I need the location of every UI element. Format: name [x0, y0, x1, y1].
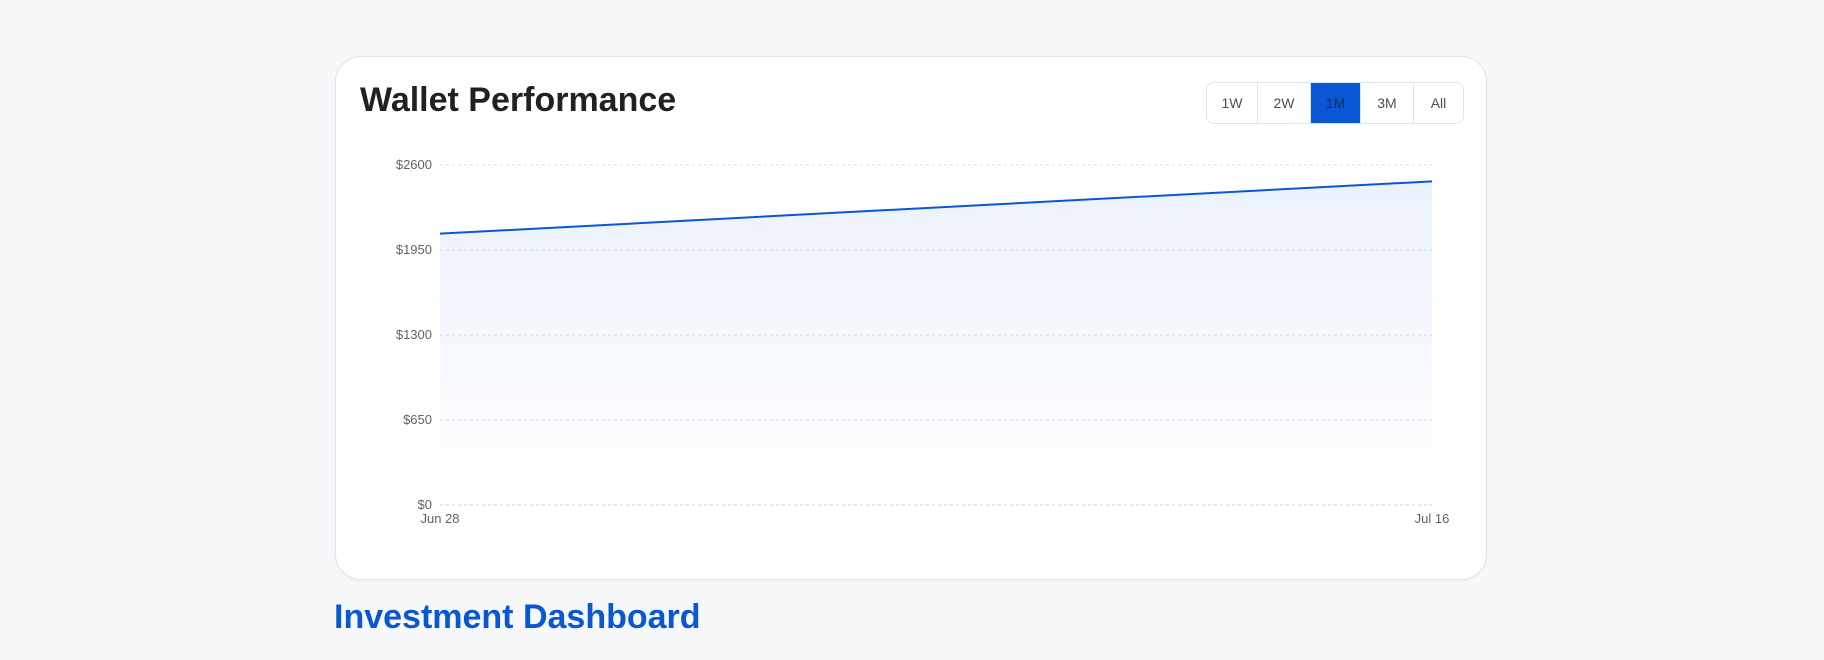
x-tick-label: Jul 16	[1415, 511, 1450, 526]
wallet-performance-card: Wallet Performance 1W 2W 1M 3M All $0 $65…	[335, 56, 1487, 580]
x-tick-label: Jun 28	[420, 511, 459, 526]
page-heading: Investment Dashboard	[334, 598, 701, 636]
y-tick-label: $1950	[396, 242, 432, 257]
y-tick-label: $0	[418, 497, 432, 512]
series-area-fill	[440, 181, 1432, 505]
chart-area: $0 $650 $1300 $1950 $2600 Jun 28 Jul 16	[336, 57, 1488, 581]
y-tick-label: $650	[403, 412, 432, 427]
y-tick-label: $2600	[396, 157, 432, 172]
y-tick-label: $1300	[396, 327, 432, 342]
performance-chart: $0 $650 $1300 $1950 $2600 Jun 28 Jul 16	[396, 157, 1450, 526]
